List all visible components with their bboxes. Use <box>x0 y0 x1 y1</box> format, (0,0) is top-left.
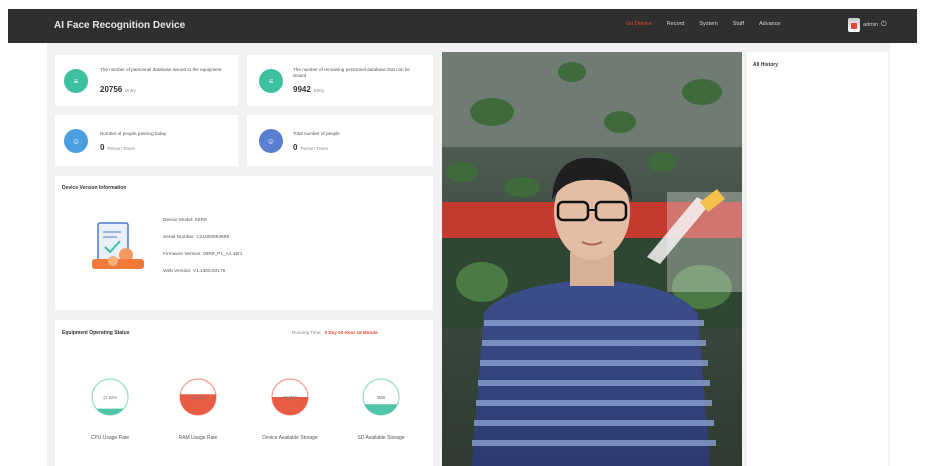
group-icon: ☺ <box>259 129 283 153</box>
database-icon: ≡ <box>64 69 88 93</box>
web-version: Web Version: V1.1300.93178 <box>163 269 226 274</box>
database-icon: ≡ <box>259 69 283 93</box>
firmware-version: Firmware Version: 00R9_P1_A1.16r1 <box>163 252 243 257</box>
logout-icon[interactable]: ⏻ <box>881 21 887 29</box>
gauge-sd-storage-label: SD Available Storage <box>357 435 405 441</box>
stat-card-personnel-remaining: ≡ The number of remaining personnel data… <box>247 55 433 106</box>
serial-number: Serial Number: C21000583669 <box>163 235 230 240</box>
gauge-cpu-label: CPU Usage Rate <box>90 435 130 441</box>
user-name: admin <box>863 22 878 28</box>
user-menu[interactable]: admin ⏻ <box>848 18 887 32</box>
top-navbar: AI Face Recognition Device Go Device Rec… <box>8 9 917 43</box>
nav-item-advance[interactable]: Advance <box>759 21 780 27</box>
gauge-cpu-text: 17.62% <box>102 395 118 400</box>
device-model: Device Model: K6R9 <box>163 218 207 223</box>
gauge-device-storage-label: Device Available Storage <box>262 435 318 441</box>
stat-label: The number of personnel database issued … <box>100 67 222 72</box>
stat-card-people-total: ☺ Total number of people 0 Person Times <box>247 115 433 166</box>
camera-frame-image <box>442 52 742 466</box>
gauge-fill <box>364 404 398 415</box>
nav-item-system[interactable]: System <box>699 21 717 27</box>
gauge-ram-text: 57.62% <box>190 395 206 400</box>
stat-label: The number of remaining personnel databa… <box>293 67 410 78</box>
nav-item-go-device[interactable]: Go Device <box>626 21 652 27</box>
stat-value: 9942 Entry <box>293 85 325 94</box>
live-camera-view[interactable] <box>442 52 742 466</box>
app-title: AI Face Recognition Device <box>54 20 186 31</box>
running-time: Running Time: 0 Day 00 Hour 18 Minute <box>292 330 378 335</box>
stat-value: 20756 Entry <box>100 85 136 94</box>
gauge-ram-label: RAM Usage Rate <box>178 435 218 441</box>
device-document-illustration <box>92 222 144 269</box>
equipment-status-title: Equipment Operating Status <box>62 330 130 336</box>
device-version-title: Device Version Information <box>62 185 127 191</box>
stat-value: 0 Person Times <box>293 143 328 152</box>
history-panel: All History <box>747 52 888 466</box>
stat-value: 0 Person Times <box>100 143 135 152</box>
stat-label: Total number of people <box>293 131 340 136</box>
gauge-sd-storage-text: 0MB <box>376 395 386 400</box>
person-icon: ☺ <box>64 129 88 153</box>
history-title: All History <box>753 62 779 68</box>
main-nav: Go Device Record System Staff Advance <box>626 21 780 27</box>
nav-item-record[interactable]: Record <box>667 21 685 27</box>
gauge-device-storage-text: 28.3MB <box>282 395 298 400</box>
stat-label: Number of people passing today <box>100 131 167 136</box>
stat-card-personnel-issued: ≡ The number of personnel database issue… <box>55 55 238 106</box>
avatar <box>848 18 860 32</box>
stat-card-people-today: ☺ Number of people passing today 0 Person… <box>55 115 238 166</box>
gauge-fill <box>96 408 124 415</box>
nav-item-staff[interactable]: Staff <box>733 21 744 27</box>
